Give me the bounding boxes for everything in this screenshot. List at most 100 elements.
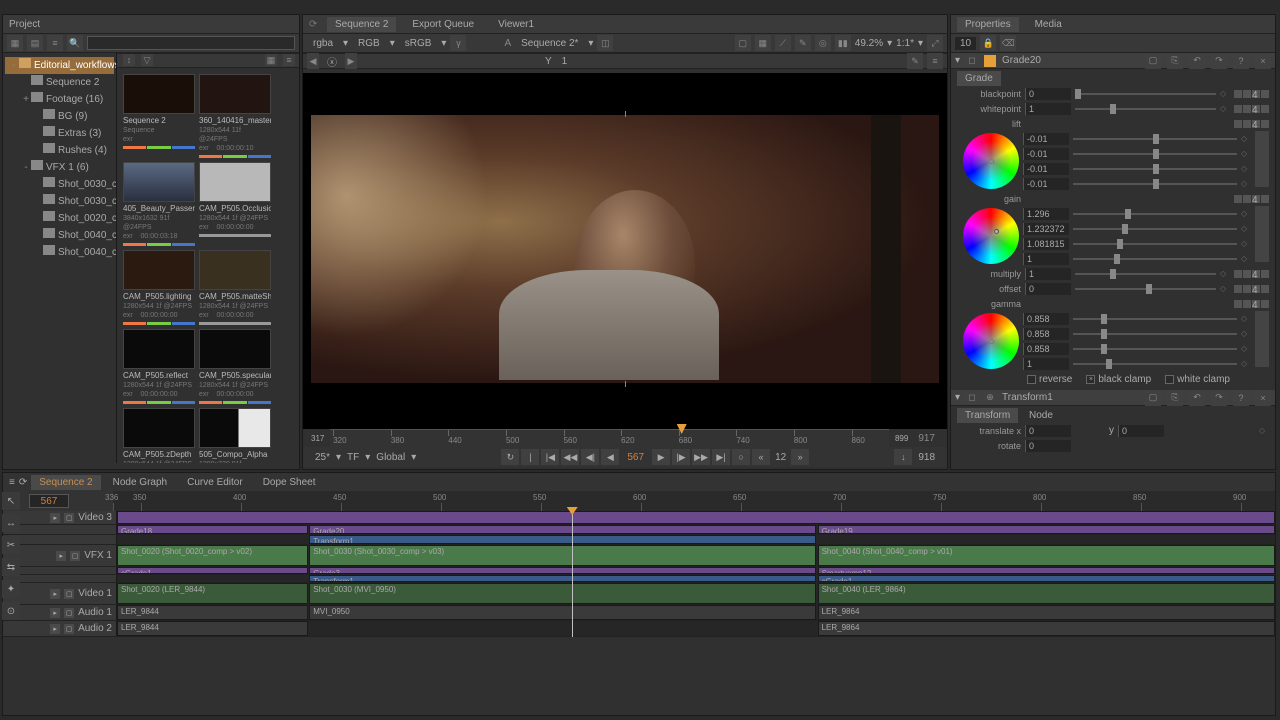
viewer-canvas[interactable] — [303, 73, 947, 429]
tree-item[interactable]: Sequence 2 — [5, 74, 114, 91]
mute-icon[interactable]: ▸ — [50, 513, 60, 523]
clip-bin[interactable]: Sequence 2Sequenceexr360_140416_masterb1… — [117, 68, 299, 463]
ratio-value[interactable]: 1:1* — [896, 38, 914, 49]
tl-tab-curve[interactable]: Curve Editor — [179, 475, 251, 490]
project-tree[interactable]: -Editorial_workflows_v0 Sequence 2+Foota… — [3, 53, 116, 265]
drop-icon[interactable]: ↓ — [894, 449, 912, 465]
gamma-b-slider[interactable] — [1073, 348, 1237, 350]
tree-item[interactable]: BG (9) — [5, 108, 114, 125]
track-body[interactable] — [117, 511, 1275, 524]
timeline-clip[interactable]: Smartvamp12 — [818, 567, 1275, 574]
keyframe-icon[interactable]: ◇ — [1241, 134, 1251, 144]
timeline-clip[interactable]: LER_9864 — [818, 621, 1275, 636]
tree-item[interactable]: Shot_0040_co — [5, 227, 114, 244]
clip-thumbnail[interactable]: CAM_P505.zDepth1280x544 1f @24FPSexr 00:… — [123, 408, 195, 463]
zoom-value[interactable]: 49.2% — [855, 38, 883, 49]
track-body[interactable]: Transform1 — [117, 535, 1275, 544]
vi3-icon[interactable]: ⟋ — [775, 35, 791, 51]
split-icon[interactable]: ◫ — [597, 35, 613, 51]
color-icon[interactable] — [984, 55, 996, 67]
pointer-tool-icon[interactable]: ↖ — [2, 492, 20, 510]
lift-b-slider[interactable] — [1073, 168, 1237, 170]
gain-r-slider[interactable] — [1073, 213, 1237, 215]
disable-icon[interactable]: ◻ — [966, 55, 978, 67]
nd5-icon[interactable]: ? — [1233, 53, 1249, 69]
gamma-a[interactable]: 1 — [1023, 358, 1069, 370]
keyframe-icon[interactable]: ◇ — [1220, 284, 1230, 294]
close-icon[interactable]: × — [1255, 390, 1271, 406]
timeline-clip[interactable]: LER_9864 — [818, 605, 1275, 620]
keyframe-icon[interactable]: ◇ — [1241, 149, 1251, 159]
node-tab[interactable]: Node — [1021, 408, 1061, 423]
colorspace-select[interactable]: RGB — [352, 38, 386, 49]
blackpoint-value[interactable]: 0 — [1025, 88, 1071, 100]
timeline-clip[interactable]: Shot_0040 (Shot_0040_comp > v01) — [818, 545, 1275, 566]
multiply-slider[interactable] — [1075, 273, 1216, 275]
gamma-a-slider[interactable] — [1073, 363, 1237, 365]
keyframe-icon[interactable]: ◇ — [1241, 224, 1251, 234]
retime-tool-icon[interactable]: ⊙ — [2, 602, 20, 620]
tf-select[interactable]: TF — [343, 452, 363, 463]
keyframe-icon[interactable]: ◇ — [1241, 314, 1251, 324]
chevron-down-icon[interactable]: ▾ — [955, 392, 960, 403]
track-body[interactable]: Shot_0020 (LER_9844)Shot_0030 (MVI_0950)… — [117, 583, 1275, 604]
offset-value[interactable]: 0 — [1025, 283, 1071, 295]
keyframe-icon[interactable]: ◇ — [1241, 209, 1251, 219]
keyframe-icon[interactable]: ◇ — [1241, 344, 1251, 354]
mute-icon[interactable]: ▸ — [50, 589, 60, 599]
viewer-tab-sequence[interactable]: Sequence 2 — [327, 17, 396, 32]
clip-thumbnail[interactable]: CAM_P505.specular1280x544 1f @24FPSexr 0… — [199, 329, 271, 404]
mute-icon[interactable]: ▸ — [50, 624, 60, 634]
timeline-clip[interactable]: Shot_0020 (Shot_0020_comp > v02) — [117, 545, 308, 566]
lift-colorwheel[interactable] — [963, 133, 1019, 189]
track-body[interactable]: LER_9844LER_9864 — [117, 621, 1275, 636]
tl-frame-field[interactable] — [29, 494, 69, 508]
timeline-clip[interactable]: Transform1 — [309, 535, 816, 544]
pencil-icon[interactable]: ✎ — [907, 53, 923, 69]
timeline-clip[interactable]: Shot_0020 (LER_9844) — [117, 583, 308, 604]
step-fwd-icon[interactable]: |▶ — [672, 449, 690, 465]
timeline-clip[interactable]: Grade20 — [309, 525, 816, 534]
vi6-icon[interactable]: ▮▮ — [835, 35, 851, 51]
timeline-clip[interactable]: cGrade1 — [818, 575, 1275, 582]
lift-g[interactable]: -0.01 — [1023, 148, 1069, 160]
clip-select[interactable]: Sequence 2* — [515, 38, 584, 49]
timeline-clip[interactable] — [117, 511, 1275, 524]
gamma-icon[interactable]: γ — [450, 35, 466, 51]
track-body[interactable]: cGrade1Grade3Smartvamp12 — [117, 567, 1275, 574]
lock-icon[interactable]: ▢ — [70, 551, 80, 561]
loop-icon[interactable]: ↻ — [501, 449, 519, 465]
prop-tab-media[interactable]: Media — [1027, 17, 1070, 32]
goto-end-icon[interactable]: ▶| — [712, 449, 730, 465]
grid-icon[interactable]: ▦ — [265, 54, 277, 66]
lock-icon[interactable]: ▢ — [64, 513, 74, 523]
y-value[interactable]: 1 — [556, 56, 574, 67]
track-body[interactable]: Transform1cGrade1 — [117, 575, 1275, 582]
gamma-master-slider[interactable] — [1255, 311, 1269, 367]
list-icon[interactable]: ≡ — [283, 54, 295, 66]
keyframe-icon[interactable]: ◇ — [1241, 239, 1251, 249]
play-back-icon[interactable]: ◀ — [601, 449, 619, 465]
keyframe-icon[interactable]: ◇ — [1259, 426, 1269, 436]
clip-thumbnail[interactable]: CAM_P505.matteSha1280x544 1f @24FPSexr 0… — [199, 250, 271, 325]
nd4-icon[interactable]: ↷ — [1211, 390, 1227, 406]
nd2-icon[interactable]: ⎘ — [1167, 390, 1183, 406]
keyframe-icon[interactable]: ◇ — [1241, 359, 1251, 369]
grade-node-name[interactable]: Grade20 — [1002, 55, 1041, 66]
step-back-icon[interactable]: ◀| — [581, 449, 599, 465]
timeline-tracks[interactable]: ▸▢Video 3Grade18Grade20Grade19Transform1… — [3, 511, 1275, 637]
tree-item[interactable]: Shot_0040_co — [5, 244, 114, 261]
move-tool-icon[interactable]: ↔ — [2, 514, 20, 532]
play-icon[interactable]: ▶ — [652, 449, 670, 465]
timeline-clip[interactable]: Grade18 — [117, 525, 308, 534]
vi4-icon[interactable]: ✎ — [795, 35, 811, 51]
clip-thumbnail[interactable]: 360_140416_masterb1280x544 11f @24FPSexr… — [199, 74, 271, 158]
timeline-clip[interactable]: Shot_0030 (Shot_0030_comp > v03) — [309, 545, 816, 566]
next-clip-icon[interactable]: ▶ — [345, 53, 357, 69]
viewer-tab-export[interactable]: Export Queue — [404, 17, 482, 32]
translate-y[interactable]: 0 — [1118, 425, 1164, 437]
dropdown-icon[interactable]: ▾ — [411, 452, 416, 463]
dropdown-icon[interactable]: ▾ — [887, 38, 892, 49]
close-icon[interactable]: × — [1255, 53, 1271, 69]
lock-icon[interactable]: ▢ — [64, 589, 74, 599]
